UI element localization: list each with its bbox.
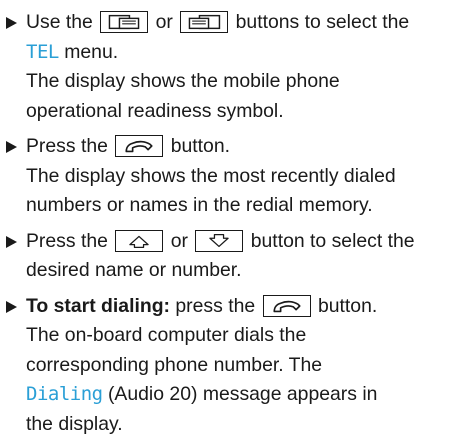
- step-line: Dialing (Audio 20) message appears in: [26, 380, 459, 410]
- step-line: TEL menu.: [26, 38, 459, 68]
- step-select-entry: Press the or button to select the desire…: [6, 227, 459, 286]
- page-back-button: [100, 11, 148, 33]
- step-result-text: The on-board computer dials the: [26, 321, 459, 351]
- step-result-text: numbers or names in the redial memory.: [26, 191, 459, 221]
- step-text: buttons to select the: [236, 11, 410, 33]
- step-line: Press the button.: [26, 132, 459, 162]
- arrow-down-button: [195, 230, 243, 252]
- phone-handset-icon: [264, 296, 310, 316]
- instruction-list: Use the or buttons to select the: [0, 0, 459, 439]
- bullet-arrow-icon: [6, 17, 17, 29]
- page-back-icon: [101, 12, 147, 32]
- display-menu-name: TEL: [26, 41, 59, 63]
- arrow-up-icon: [116, 231, 162, 251]
- step-text: Press the: [26, 230, 108, 252]
- step-text: menu.: [64, 41, 118, 63]
- display-message: Dialing: [26, 383, 103, 405]
- step-result-text: The display shows the most recently dial…: [26, 162, 459, 192]
- step-text: button to select the: [251, 230, 415, 252]
- step-press-phone: Press the button. The display shows the …: [6, 132, 459, 221]
- step-text: or: [171, 230, 188, 252]
- phone-button: [263, 295, 311, 317]
- bullet-arrow-icon: [6, 301, 17, 313]
- arrow-down-icon: [196, 231, 242, 251]
- step-text: button.: [318, 295, 377, 317]
- step-line: Press the or button to select the: [26, 227, 459, 257]
- step-text: desired name or number.: [26, 256, 459, 286]
- step-result-text: operational readiness symbol.: [26, 97, 459, 127]
- bullet-arrow-icon: [6, 236, 17, 248]
- page-forward-button: [180, 11, 228, 33]
- step-result-text: (Audio 20) message appears in: [108, 383, 377, 405]
- bullet-arrow-icon: [6, 141, 17, 153]
- step-result-text: corresponding phone number. The: [26, 351, 459, 381]
- step-lead-text: To start dialing:: [26, 295, 170, 317]
- step-text: press the: [175, 295, 255, 317]
- step-start-dialing: To start dialing: press the button. The …: [6, 292, 459, 439]
- page-forward-icon: [181, 12, 227, 32]
- step-select-tel-menu: Use the or buttons to select the: [6, 8, 459, 126]
- step-text: button.: [171, 135, 230, 157]
- step-text: Press the: [26, 135, 108, 157]
- step-result-text: The display shows the mobile phone: [26, 67, 459, 97]
- phone-button: [115, 135, 163, 157]
- step-line: To start dialing: press the button.: [26, 292, 459, 322]
- arrow-up-button: [115, 230, 163, 252]
- step-text: or: [156, 11, 173, 33]
- step-line: Use the or buttons to select the: [26, 8, 459, 38]
- step-text: Use the: [26, 11, 93, 33]
- phone-handset-icon: [116, 136, 162, 156]
